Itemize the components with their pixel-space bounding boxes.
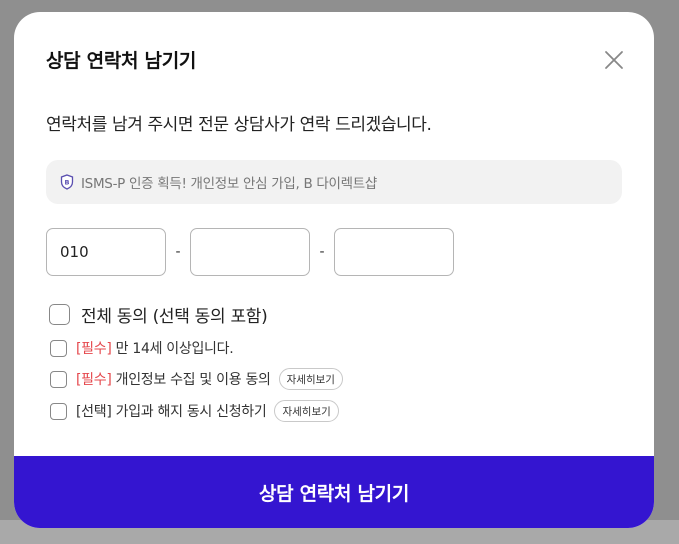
consent-optional-label: [선택] 가입과 해지 동시 신청하기 <box>76 404 267 420</box>
phone-part3-input[interactable] <box>334 228 454 276</box>
consent-age-text: 만 14세 이상입니다. <box>111 341 234 357</box>
consultation-modal: 상담 연락처 남기기 연락처를 남겨 주시면 전문 상담사가 연락 드리겠습니다… <box>14 12 654 528</box>
optional-detail-button[interactable]: 자세히보기 <box>274 400 339 422</box>
consent-privacy-label: [필수] 개인정보 수집 및 이용 동의 <box>76 369 271 389</box>
required-tag: [필수] <box>76 341 112 357</box>
consent-item-age[interactable]: [필수] 만 14세 이상입니다. <box>49 338 234 358</box>
consent-all-row[interactable]: 전체 동의 (선택 동의 포함) <box>49 302 268 327</box>
phone-separator: - <box>175 244 181 260</box>
consent-age-label: [필수] 만 14세 이상입니다. <box>76 338 234 358</box>
close-icon <box>605 51 623 69</box>
submit-button[interactable]: 상담 연락처 남기기 <box>14 456 654 528</box>
required-tag: [필수] <box>76 372 112 388</box>
phone-number-group: - - <box>46 228 454 276</box>
consent-item-privacy[interactable]: [필수] 개인정보 수집 및 이용 동의 자세히보기 <box>49 368 343 390</box>
svg-text:B: B <box>65 179 70 187</box>
phone-separator: - <box>319 244 325 260</box>
consent-privacy-text: 개인정보 수집 및 이용 동의 <box>111 372 271 388</box>
modal-title: 상담 연락처 남기기 <box>46 50 197 72</box>
consent-all-checkbox[interactable] <box>49 304 70 325</box>
consent-age-checkbox[interactable] <box>50 339 67 357</box>
consent-all-label: 전체 동의 (선택 동의 포함) <box>81 307 268 327</box>
security-notice-text: ISMS-P 인증 획득! 개인정보 안심 가입, B 다이렉트샵 <box>81 176 378 192</box>
consent-item-optional[interactable]: [선택] 가입과 해지 동시 신청하기 자세히보기 <box>49 400 339 422</box>
modal-subtitle: 연락처를 남겨 주시면 전문 상담사가 연락 드리겠습니다. <box>46 115 432 135</box>
phone-part2-input[interactable] <box>190 228 310 276</box>
shield-icon: B <box>60 174 74 190</box>
privacy-detail-button[interactable]: 자세히보기 <box>278 368 343 390</box>
phone-part1-input[interactable] <box>46 228 166 276</box>
security-notice: B ISMS-P 인증 획득! 개인정보 안심 가입, B 다이렉트샵 <box>46 160 622 204</box>
close-button[interactable] <box>602 48 626 72</box>
consent-privacy-checkbox[interactable] <box>50 370 67 388</box>
consent-optional-checkbox[interactable] <box>50 402 67 420</box>
